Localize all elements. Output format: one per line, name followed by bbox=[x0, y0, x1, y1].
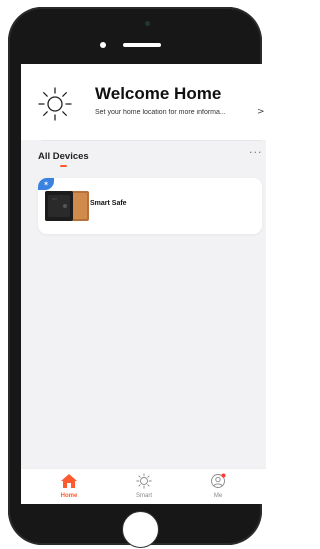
front-camera bbox=[145, 21, 150, 26]
bottom-tab-bar: Home Smart Me bbox=[21, 468, 266, 504]
tab-smart-label: Smart bbox=[135, 493, 152, 499]
app-screen: Welcome Home Set your home location for … bbox=[21, 64, 266, 504]
chevron-right-icon[interactable]: > bbox=[257, 107, 265, 117]
profile-icon bbox=[211, 473, 226, 488]
earpiece-speaker bbox=[123, 43, 161, 47]
location-prompt[interactable]: Set your home location for more informa.… bbox=[95, 109, 257, 116]
tab-home[interactable]: Home bbox=[39, 469, 99, 504]
safe-icon bbox=[45, 191, 89, 221]
active-tab-indicator bbox=[60, 165, 67, 167]
proximity-sensor bbox=[100, 42, 106, 48]
tab-home-label: Home bbox=[60, 493, 78, 499]
tab-smart[interactable]: Smart bbox=[114, 469, 174, 504]
device-name: Smart Safe bbox=[90, 200, 127, 207]
welcome-title: Welcome Home bbox=[95, 84, 222, 103]
more-icon[interactable]: ··· bbox=[249, 146, 263, 159]
welcome-header[interactable]: Welcome Home Set your home location for … bbox=[21, 64, 266, 140]
tab-me-label: Me bbox=[213, 493, 223, 499]
sun-icon bbox=[136, 473, 152, 489]
header-divider bbox=[41, 140, 261, 141]
device-card[interactable]: ✶ Smart Safe bbox=[38, 178, 262, 234]
home-button[interactable] bbox=[122, 511, 159, 548]
phone-frame: Welcome Home Set your home location for … bbox=[8, 7, 266, 548]
sun-icon bbox=[38, 87, 72, 121]
tab-all-devices[interactable]: All Devices bbox=[38, 151, 89, 162]
home-icon bbox=[61, 474, 77, 488]
tab-me[interactable]: Me bbox=[188, 469, 248, 504]
